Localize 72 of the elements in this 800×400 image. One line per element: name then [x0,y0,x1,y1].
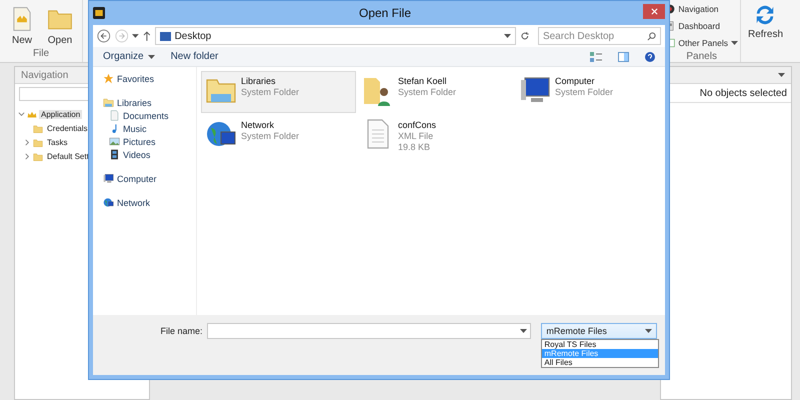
item-detail: System Folder [241,87,300,97]
item-detail: 19.8 KB [398,142,432,152]
close-icon [650,8,658,15]
item-detail: System Folder [398,87,456,97]
window-title: Open File [358,6,412,20]
back-icon[interactable] [97,29,111,43]
caret-icon [148,54,155,58]
up-arrow-icon[interactable] [142,31,151,41]
refresh-button[interactable]: Refresh [744,2,786,42]
close-button[interactable] [643,4,665,19]
address-caret-icon [504,34,512,38]
field-label: File name: [160,325,203,336]
history-caret-icon [132,34,139,38]
address-field[interactable]: Desktop [154,27,516,45]
view-options-icon[interactable] [590,52,602,62]
library-icon [103,97,114,108]
item-name: Libraries [241,76,277,86]
file-item[interactable]: confCons XML File 19.8 KB [358,115,513,157]
nav-item[interactable]: Favorites [117,74,154,84]
nav-item[interactable]: Libraries [117,98,152,108]
search-icon [647,32,656,40]
film-icon [109,149,120,160]
crown-icon [27,110,37,120]
nav-item[interactable]: Pictures [123,136,156,146]
tree-item[interactable]: Application [39,110,82,119]
nav-item[interactable]: Documents [123,110,169,120]
caret-icon [645,329,652,333]
network-icon [103,197,114,208]
collapse-icon[interactable] [18,111,24,118]
app-icon [93,7,105,19]
ribbon-button[interactable]: Open [44,4,76,48]
dropdown-caret-icon [778,73,785,77]
nav-item[interactable]: Computer [117,174,157,184]
preview-pane-icon[interactable] [618,52,629,62]
tree-item[interactable]: Default Sett [45,152,91,161]
item-detail: System Folder [555,87,614,97]
toolbar-button[interactable]: New folder [170,51,218,62]
help-icon[interactable] [645,52,655,62]
refresh-icon[interactable] [520,31,530,41]
group-label: Panels [686,51,717,62]
panel-title: Navigation [21,70,68,80]
pictures-icon [109,136,120,147]
item-name: Network [241,120,276,130]
status-text: No objects selected [700,88,787,98]
item-detail: XML File [398,131,434,141]
search-field[interactable]: Search Desktop [538,27,662,45]
toolbar-button[interactable]: Organize [103,51,155,62]
nav-item[interactable]: Music [123,124,147,134]
star-icon [103,73,114,84]
nav-item[interactable]: Network [117,198,150,208]
group-label: File [32,48,50,59]
refresh-icon [754,4,776,26]
document-icon [109,110,120,121]
tree-item[interactable]: Tasks [45,138,70,147]
file-item[interactable]: Libraries System Folder [201,71,356,113]
dropdown-caret-icon [520,329,528,333]
file-item[interactable]: Network System Folder [201,115,356,157]
item-detail: System Folder [241,131,300,141]
tree-item[interactable]: Credentials [45,124,90,133]
item-name: confCons [398,120,436,130]
file-name-field[interactable] [206,323,532,339]
expand-icon[interactable] [24,139,30,146]
nav-item[interactable]: Videos [123,150,150,160]
file-item[interactable]: Computer System Folder [515,71,663,113]
expand-icon[interactable] [24,153,30,160]
computer-icon [103,173,114,184]
item-name: Stefan Koell [398,76,448,86]
caret-icon [730,41,738,45]
file-item[interactable]: Stefan Koell System Folder [358,71,513,113]
desktop-icon [160,32,171,40]
ribbon-button[interactable]: New [6,4,38,48]
item-name: Computer [555,76,596,86]
